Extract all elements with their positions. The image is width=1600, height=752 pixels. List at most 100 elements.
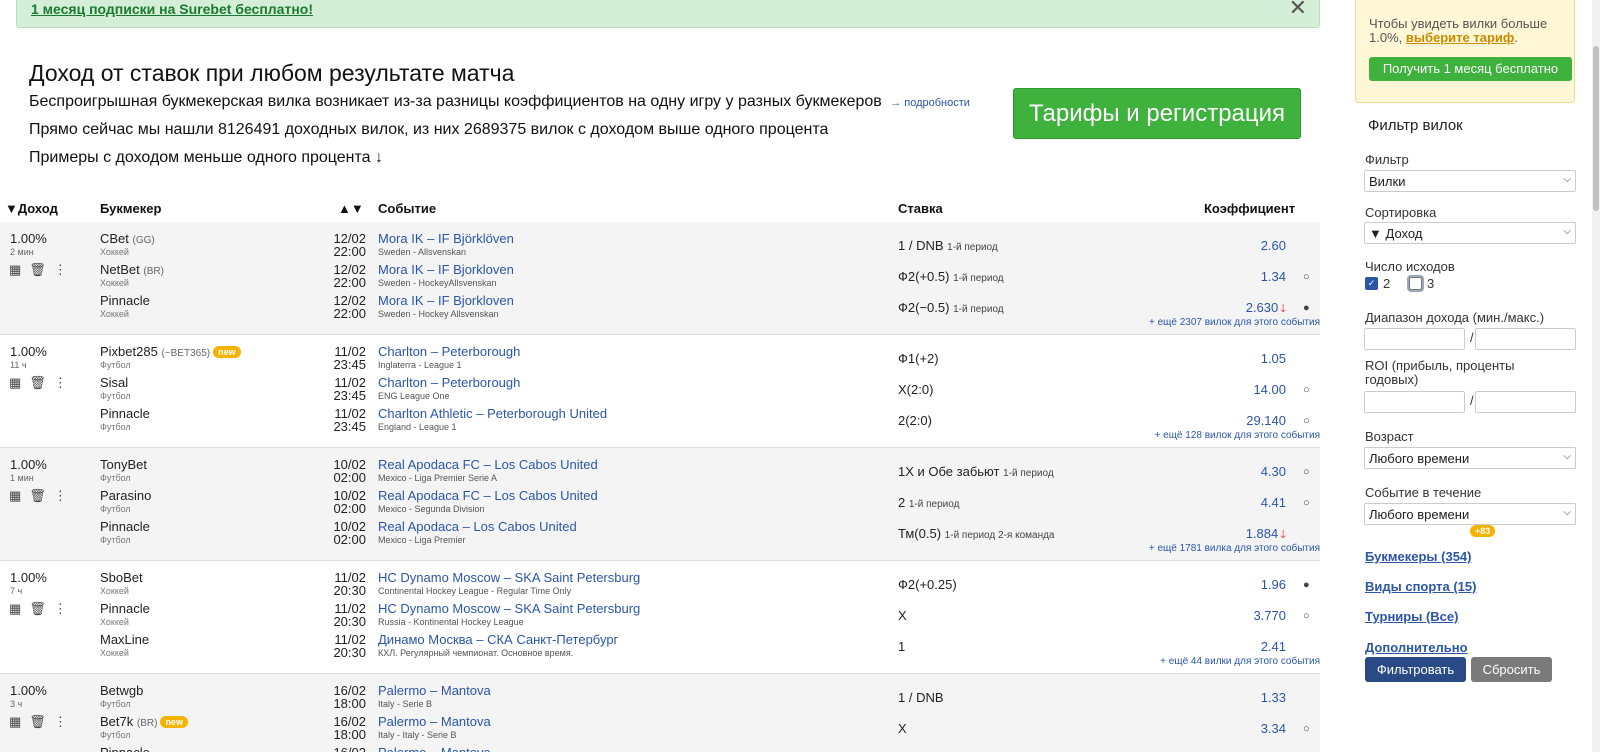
within-select[interactable]: Любого времени ⌵ [1364, 503, 1576, 525]
event-link[interactable]: Mora IK – IF Bjorkloven [378, 262, 514, 277]
header-sort-date[interactable]: ▲▼ [338, 201, 364, 216]
tournaments-link[interactable]: Турниры (Все) [1365, 609, 1458, 624]
arb-group: 1.00% 7 ч ▦ 🗑 ⋮ SboBet Хоккей 11/02 20:30 HC Dyna… [0, 561, 1320, 674]
coefficient[interactable]: 2.60 [1180, 238, 1286, 253]
coefficient[interactable]: 3.770 [1180, 608, 1286, 623]
outcome-marker-icon[interactable]: ○ [1303, 497, 1310, 509]
calculator-icon[interactable]: ▦ [9, 375, 21, 391]
event-link[interactable]: Charlton Athletic – Peterborough United [378, 406, 607, 421]
more-arbs-link[interactable]: + ещё 2307 вилок для этого события [1060, 317, 1320, 328]
income-percent: 1.00% [10, 344, 47, 359]
scrollbar-thumb[interactable] [1593, 46, 1599, 211]
trash-icon[interactable]: 🗑 [29, 714, 46, 730]
row-tools: ▦ 🗑 ⋮ [9, 488, 67, 504]
outcome-2-checkbox[interactable]: ✓ [1365, 277, 1378, 290]
outcome-3-checkbox[interactable] [1409, 277, 1422, 290]
coefficient[interactable]: 4.30 [1180, 464, 1286, 479]
filter-select[interactable]: Вилки ⌵ [1364, 170, 1576, 192]
bet-label: Ф2(−0.5) [898, 300, 950, 315]
sports-link[interactable]: Виды спорта (15) [1365, 579, 1476, 594]
outcome-marker-icon[interactable]: ○ [1303, 271, 1310, 283]
event-link[interactable]: Palermo – Mantova [378, 683, 491, 698]
outcome-marker-icon[interactable]: ● [1303, 302, 1310, 314]
bet-type: 1 / DNB 1-й период [898, 238, 998, 253]
filter-button[interactable]: Фильтровать [1365, 657, 1466, 682]
close-icon[interactable]: ✕ [1289, 0, 1307, 19]
coefficient[interactable]: 3.34 [1180, 721, 1286, 736]
reset-button[interactable]: Сбросить [1471, 657, 1552, 682]
bet-type: Ф2(+0.5) 1-й период [898, 269, 1004, 284]
bookmaker-name: Sisal [100, 375, 128, 390]
event-time: 22:00 [333, 306, 366, 321]
calculator-icon[interactable]: ▦ [9, 488, 21, 504]
sort-select[interactable]: ▼ Доход ⌵ [1364, 222, 1576, 244]
more-arbs-link[interactable]: + ещё 1781 вилка для этого события [1060, 543, 1320, 554]
event-link[interactable]: Real Apodaca – Los Cabos United [378, 519, 577, 534]
outcome-marker-icon[interactable]: ● [1303, 579, 1310, 591]
event-link[interactable]: Palermo – Mantova [378, 745, 491, 752]
bet-qualifier: 1-й период [953, 304, 1004, 315]
details-link[interactable]: → подробности [890, 97, 970, 109]
coefficient[interactable]: 1.33 [1180, 690, 1286, 705]
page-title: Доход от ставок при любом результате мат… [29, 60, 515, 86]
league-label: Mexico - Liga Premier [378, 535, 466, 545]
event-link[interactable]: Charlton – Peterborough [378, 375, 520, 390]
outcome-marker-icon[interactable]: ○ [1303, 723, 1310, 735]
event-link[interactable]: HC Dynamo Moscow – SKA Saint Petersburg [378, 570, 640, 585]
outcome-marker-icon[interactable]: ○ [1303, 610, 1310, 622]
bookmaker-label: TonyBet [100, 457, 147, 472]
advanced-link[interactable]: Дополнительно [1365, 640, 1468, 655]
event-link[interactable]: Mora IK – IF Björklöven [378, 231, 514, 246]
coefficient[interactable]: 29.140 [1180, 413, 1286, 428]
promo-link[interactable]: 1 месяц подписки на Surebet бесплатно! [31, 1, 313, 17]
sort-direction-icon[interactable]: ▼ [1369, 226, 1382, 241]
bookmaker-name: Pinnacle [100, 745, 150, 752]
range-max-input[interactable] [1475, 328, 1576, 350]
event-link[interactable]: Mora IK – IF Bjorkloven [378, 293, 514, 308]
event-link[interactable]: HC Dynamo Moscow – SKA Saint Petersburg [378, 601, 640, 616]
age-select[interactable]: Любого времени ⌵ [1364, 447, 1576, 469]
coefficient[interactable]: 1.05 [1180, 351, 1286, 366]
coefficient[interactable]: 1.34 [1180, 269, 1286, 284]
more-menu-icon[interactable]: ⋮ [54, 488, 67, 504]
outcome-marker-icon[interactable]: ○ [1303, 415, 1310, 427]
tariffs-register-button[interactable]: Тарифы и регистрация [1013, 88, 1301, 139]
event-link[interactable]: Динамо Москва – СКА Санкт-Петербург [378, 632, 618, 647]
roi-slash: / [1470, 393, 1474, 408]
event-link[interactable]: Palermo – Mantova [378, 714, 491, 729]
free-month-button[interactable]: Получить 1 месяц бесплатно [1369, 57, 1572, 81]
sport-label: Футбол [100, 535, 131, 545]
more-menu-icon[interactable]: ⋮ [54, 714, 67, 730]
outcome-marker-icon[interactable]: ○ [1303, 466, 1310, 478]
event-link[interactable]: Real Apodaca FC – Los Cabos United [378, 457, 598, 472]
coefficient[interactable]: 14.00 [1180, 382, 1286, 397]
calculator-icon[interactable]: ▦ [9, 262, 21, 278]
calculator-icon[interactable]: ▦ [9, 601, 21, 617]
choose-tariff-link[interactable]: выберите тариф [1406, 30, 1514, 45]
event-link[interactable]: Charlton – Peterborough [378, 344, 520, 359]
outcome-marker-icon[interactable]: ○ [1303, 384, 1310, 396]
header-income[interactable]: ▼Доход [5, 201, 58, 216]
event-date: 16/02 [330, 745, 366, 752]
more-menu-icon[interactable]: ⋮ [54, 262, 67, 278]
sport-label: Хоккей [100, 247, 129, 257]
roi-min-input[interactable] [1364, 391, 1465, 413]
trash-icon[interactable]: 🗑 [29, 488, 46, 504]
more-menu-icon[interactable]: ⋮ [54, 601, 67, 617]
trash-icon[interactable]: 🗑 [29, 262, 46, 278]
event-link[interactable]: Real Apodaca FC – Los Cabos United [378, 488, 598, 503]
more-arbs-link[interactable]: + ещё 44 вилки для этого события [1060, 656, 1320, 667]
income-percent: 1.00% [10, 231, 47, 246]
coefficient[interactable]: 1.96 [1180, 577, 1286, 592]
roi-max-input[interactable] [1475, 391, 1576, 413]
chevron-down-icon: ⌵ [1563, 174, 1571, 185]
coefficient[interactable]: 2.41 [1180, 639, 1286, 654]
trash-icon[interactable]: 🗑 [29, 375, 46, 391]
more-menu-icon[interactable]: ⋮ [54, 375, 67, 391]
more-arbs-link[interactable]: + ещё 128 вилок для этого события [1060, 430, 1320, 441]
bookmakers-link[interactable]: Букмекеры (354) [1365, 549, 1472, 564]
trash-icon[interactable]: 🗑 [29, 601, 46, 617]
range-min-input[interactable] [1364, 328, 1465, 350]
calculator-icon[interactable]: ▦ [9, 714, 21, 730]
coefficient[interactable]: 4.41 [1180, 495, 1286, 510]
